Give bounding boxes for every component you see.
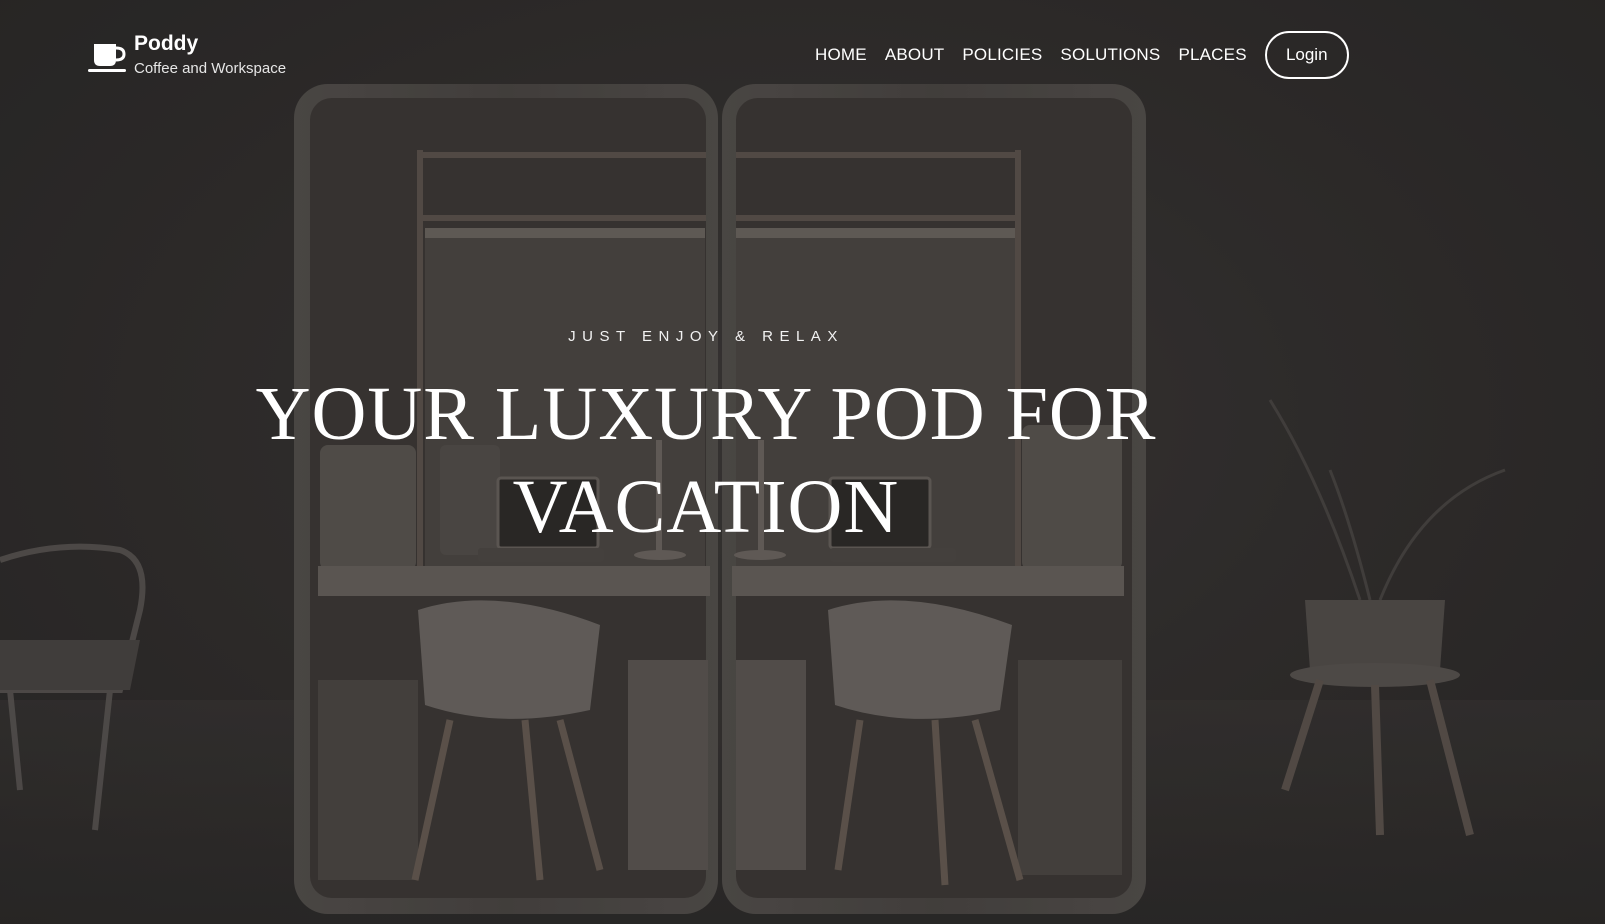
hero-headline: YOUR LUXURY POD FOR VACATION: [255, 372, 1157, 549]
nav-item-about[interactable]: ABOUT: [885, 45, 945, 65]
brand-tagline: Coffee and Workspace: [134, 60, 287, 77]
main-navigation: HOME ABOUT POLICIES SOLUTIONS PLACES Log…: [815, 31, 1349, 79]
nav-item-solutions[interactable]: SOLUTIONS: [1060, 45, 1160, 65]
nav-item-policies[interactable]: POLICIES: [962, 45, 1042, 65]
coffee-cup-icon: [88, 44, 126, 72]
nav-item-home[interactable]: HOME: [815, 45, 867, 65]
hero-kicker: JUST ENJOY & RELAX: [568, 328, 844, 345]
nav-item-places[interactable]: PLACES: [1178, 45, 1246, 65]
brand-logo[interactable]: Poddy Coffee and Workspace: [86, 32, 286, 80]
hero-section: Poddy Coffee and Workspace HOME ABOUT PO…: [0, 0, 1605, 924]
login-button[interactable]: Login: [1264, 31, 1349, 79]
brand-name: Poddy: [134, 32, 199, 55]
